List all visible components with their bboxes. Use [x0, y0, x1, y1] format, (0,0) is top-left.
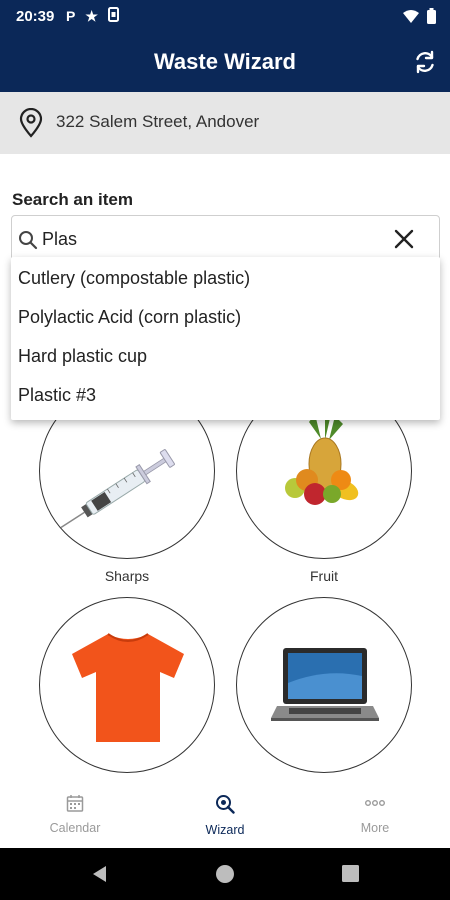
more-icon	[364, 799, 386, 816]
category-electronics[interactable]	[236, 597, 412, 773]
back-icon[interactable]	[90, 864, 108, 889]
battery-icon	[427, 8, 436, 29]
calendar-icon	[66, 795, 84, 816]
category-clothing[interactable]	[39, 597, 215, 773]
suggestion-item[interactable]: Cutlery (compostable plastic)	[11, 259, 440, 298]
recents-icon[interactable]	[342, 865, 359, 887]
search-suggestions: Cutlery (compostable plastic) Polylactic…	[11, 257, 440, 420]
home-icon[interactable]	[215, 864, 235, 889]
wifi-icon	[403, 9, 419, 28]
sim-icon	[107, 7, 119, 25]
clear-icon[interactable]	[393, 228, 415, 255]
bottom-nav: Calendar Wizard More	[0, 784, 450, 848]
category-label-fruit: Fruit	[310, 568, 338, 584]
address-text: 322 Salem Street, Andover	[56, 112, 260, 131]
suggestion-item[interactable]: Plastic #3	[11, 376, 440, 415]
refresh-icon[interactable]	[412, 49, 438, 75]
tshirt-image	[72, 633, 184, 742]
search-label: Search an item	[12, 190, 133, 209]
laptop-image	[271, 648, 379, 721]
search-icon	[18, 230, 38, 255]
nav-wizard[interactable]: Wizard	[170, 794, 280, 837]
status-time: 20:39	[16, 8, 55, 25]
nav-calendar[interactable]: Calendar	[20, 794, 130, 835]
status-bar: 20:39 P ★	[0, 0, 450, 33]
location-pin-icon	[18, 107, 44, 143]
star-icon: ★	[85, 7, 98, 24]
wizard-search-icon	[215, 795, 235, 818]
suggestion-item[interactable]: Hard plastic cup	[11, 337, 440, 376]
category-label-sharps: Sharps	[104, 568, 150, 584]
nav-label-more: More	[360, 821, 390, 835]
nav-label-wizard: Wizard	[205, 823, 245, 837]
system-nav-bar	[0, 848, 450, 900]
app-title: Waste Wizard	[153, 49, 296, 74]
suggestion-item[interactable]: Polylactic Acid (corn plastic)	[11, 298, 440, 337]
address-bar[interactable]: 322 Salem Street, Andover	[0, 92, 450, 154]
search-input[interactable]	[42, 226, 372, 252]
nav-label-calendar: Calendar	[49, 821, 101, 835]
app-bar: Waste Wizard	[0, 33, 450, 92]
search-box[interactable]	[11, 215, 440, 261]
nav-more[interactable]: More	[320, 794, 430, 835]
parking-icon: P	[66, 8, 76, 24]
